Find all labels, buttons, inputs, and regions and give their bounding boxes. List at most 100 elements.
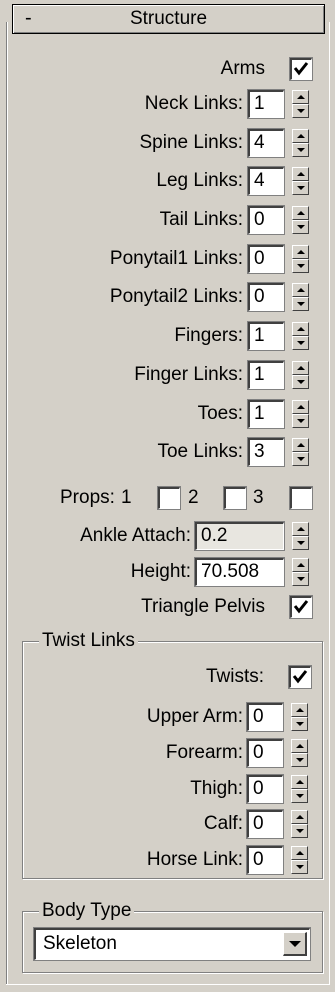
spinner-up-icon[interactable] bbox=[291, 846, 308, 860]
triangle-pelvis-row: Triangle Pelvis bbox=[0, 592, 335, 622]
links-row: Ponytail2 Links: 0 bbox=[0, 282, 335, 312]
spinner-down-icon[interactable] bbox=[292, 336, 309, 350]
links-spinner[interactable] bbox=[292, 206, 309, 234]
links-input[interactable]: 4 bbox=[248, 129, 284, 157]
twist-field-spinner[interactable] bbox=[291, 703, 308, 731]
links-label: Toes: bbox=[197, 403, 243, 424]
props-1-label: 1 bbox=[121, 487, 132, 508]
twist-field-spinner[interactable] bbox=[291, 846, 308, 874]
twist-field-label: Thigh: bbox=[190, 778, 243, 799]
links-spinner[interactable] bbox=[292, 283, 309, 311]
links-row: Fingers: 1 bbox=[0, 321, 335, 351]
links-row: Neck Links: 1 bbox=[0, 89, 335, 119]
twist-field-input[interactable]: 0 bbox=[247, 846, 283, 874]
spinner-up-icon[interactable] bbox=[292, 438, 309, 452]
twist-field-input[interactable]: 0 bbox=[247, 703, 283, 731]
links-spinner[interactable] bbox=[292, 129, 309, 157]
arms-checkbox[interactable] bbox=[290, 58, 312, 80]
links-spinner[interactable] bbox=[292, 438, 309, 466]
height-label: Height: bbox=[130, 561, 191, 582]
spinner-down-icon[interactable] bbox=[291, 860, 308, 874]
spinner-down-icon[interactable] bbox=[292, 104, 309, 118]
links-label: Tail Links: bbox=[159, 209, 243, 230]
spinner-up-icon[interactable] bbox=[292, 167, 309, 181]
spinner-up-icon[interactable] bbox=[292, 245, 309, 259]
checkmark-icon bbox=[293, 600, 309, 614]
links-input[interactable]: 0 bbox=[248, 283, 284, 311]
links-spinner[interactable] bbox=[292, 167, 309, 195]
props-2-label: 2 bbox=[188, 487, 199, 508]
twist-field-spinner[interactable] bbox=[291, 775, 308, 803]
props-3-checkbox[interactable] bbox=[290, 487, 312, 509]
links-input[interactable]: 1 bbox=[248, 322, 284, 350]
ankle-attach-input[interactable]: 0.2 bbox=[195, 522, 284, 550]
props-2-checkbox[interactable] bbox=[224, 487, 246, 509]
links-spinner[interactable] bbox=[292, 245, 309, 273]
spinner-up-icon[interactable] bbox=[291, 703, 308, 717]
structure-rollout-header[interactable]: - Structure bbox=[12, 4, 325, 34]
links-spinner[interactable] bbox=[292, 400, 309, 428]
spinner-down-icon[interactable] bbox=[292, 572, 309, 586]
props-row: Props: 1 2 3 bbox=[0, 483, 335, 513]
spinner-down-icon[interactable] bbox=[292, 259, 309, 273]
twist-links-title: Twist Links bbox=[39, 630, 138, 652]
spinner-up-icon[interactable] bbox=[292, 361, 309, 375]
spinner-down-icon[interactable] bbox=[292, 536, 309, 550]
spinner-up-icon[interactable] bbox=[292, 283, 309, 297]
links-row: Tail Links: 0 bbox=[0, 205, 335, 235]
spinner-down-icon[interactable] bbox=[292, 181, 309, 195]
twist-field-input[interactable]: 0 bbox=[247, 810, 283, 838]
height-input[interactable]: 70.508 bbox=[195, 558, 284, 586]
spinner-up-icon[interactable] bbox=[292, 206, 309, 220]
spinner-up-icon[interactable] bbox=[292, 90, 309, 104]
props-1-checkbox[interactable] bbox=[158, 487, 180, 509]
spinner-down-icon[interactable] bbox=[291, 753, 308, 767]
spinner-up-icon[interactable] bbox=[292, 400, 309, 414]
height-spinner[interactable] bbox=[292, 558, 309, 586]
spinner-up-icon[interactable] bbox=[292, 558, 309, 572]
ankle-attach-row: Ankle Attach: 0.2 bbox=[0, 521, 335, 551]
twists-checkbox[interactable] bbox=[289, 666, 311, 688]
spinner-down-icon[interactable] bbox=[291, 789, 308, 803]
props-3-label: 3 bbox=[253, 487, 264, 508]
links-input[interactable]: 3 bbox=[248, 438, 284, 466]
spinner-up-icon[interactable] bbox=[292, 129, 309, 143]
spinner-up-icon[interactable] bbox=[292, 322, 309, 336]
spinner-down-icon[interactable] bbox=[292, 297, 309, 311]
spinner-up-icon[interactable] bbox=[291, 739, 308, 753]
twist-field-input[interactable]: 0 bbox=[247, 775, 283, 803]
links-row: Ponytail1 Links: 0 bbox=[0, 244, 335, 274]
twist-field-spinner[interactable] bbox=[291, 739, 308, 767]
spinner-down-icon[interactable] bbox=[292, 220, 309, 234]
spinner-up-icon[interactable] bbox=[291, 775, 308, 789]
links-input[interactable]: 0 bbox=[248, 245, 284, 273]
links-input[interactable]: 4 bbox=[248, 167, 284, 195]
links-row: Leg Links: 4 bbox=[0, 166, 335, 196]
body-type-dropdown[interactable]: Skeleton bbox=[34, 928, 310, 960]
ankle-attach-spinner[interactable] bbox=[292, 522, 309, 550]
spinner-down-icon[interactable] bbox=[292, 452, 309, 466]
spinner-down-icon[interactable] bbox=[292, 414, 309, 428]
rollout-title: Structure bbox=[129, 8, 208, 29]
spinner-up-icon[interactable] bbox=[292, 522, 309, 536]
twist-field-input[interactable]: 0 bbox=[247, 739, 283, 767]
links-input[interactable]: 1 bbox=[248, 361, 284, 389]
spinner-up-icon[interactable] bbox=[291, 810, 308, 824]
links-spinner[interactable] bbox=[292, 361, 309, 389]
triangle-pelvis-checkbox[interactable] bbox=[290, 596, 312, 618]
links-input[interactable]: 1 bbox=[248, 90, 284, 118]
spinner-down-icon[interactable] bbox=[292, 375, 309, 389]
spinner-down-icon[interactable] bbox=[291, 824, 308, 838]
links-input[interactable]: 1 bbox=[248, 400, 284, 428]
arms-row: Arms bbox=[0, 54, 335, 84]
links-row: Spine Links: 4 bbox=[0, 128, 335, 158]
links-row: Toe Links: 3 bbox=[0, 437, 335, 467]
spinner-down-icon[interactable] bbox=[292, 143, 309, 157]
spinner-down-icon[interactable] bbox=[291, 717, 308, 731]
arms-label: Arms bbox=[220, 58, 265, 79]
twist-field-spinner[interactable] bbox=[291, 810, 308, 838]
links-input[interactable]: 0 bbox=[248, 206, 284, 234]
links-spinner[interactable] bbox=[292, 90, 309, 118]
links-spinner[interactable] bbox=[292, 322, 309, 350]
chevron-down-icon[interactable] bbox=[283, 932, 307, 956]
